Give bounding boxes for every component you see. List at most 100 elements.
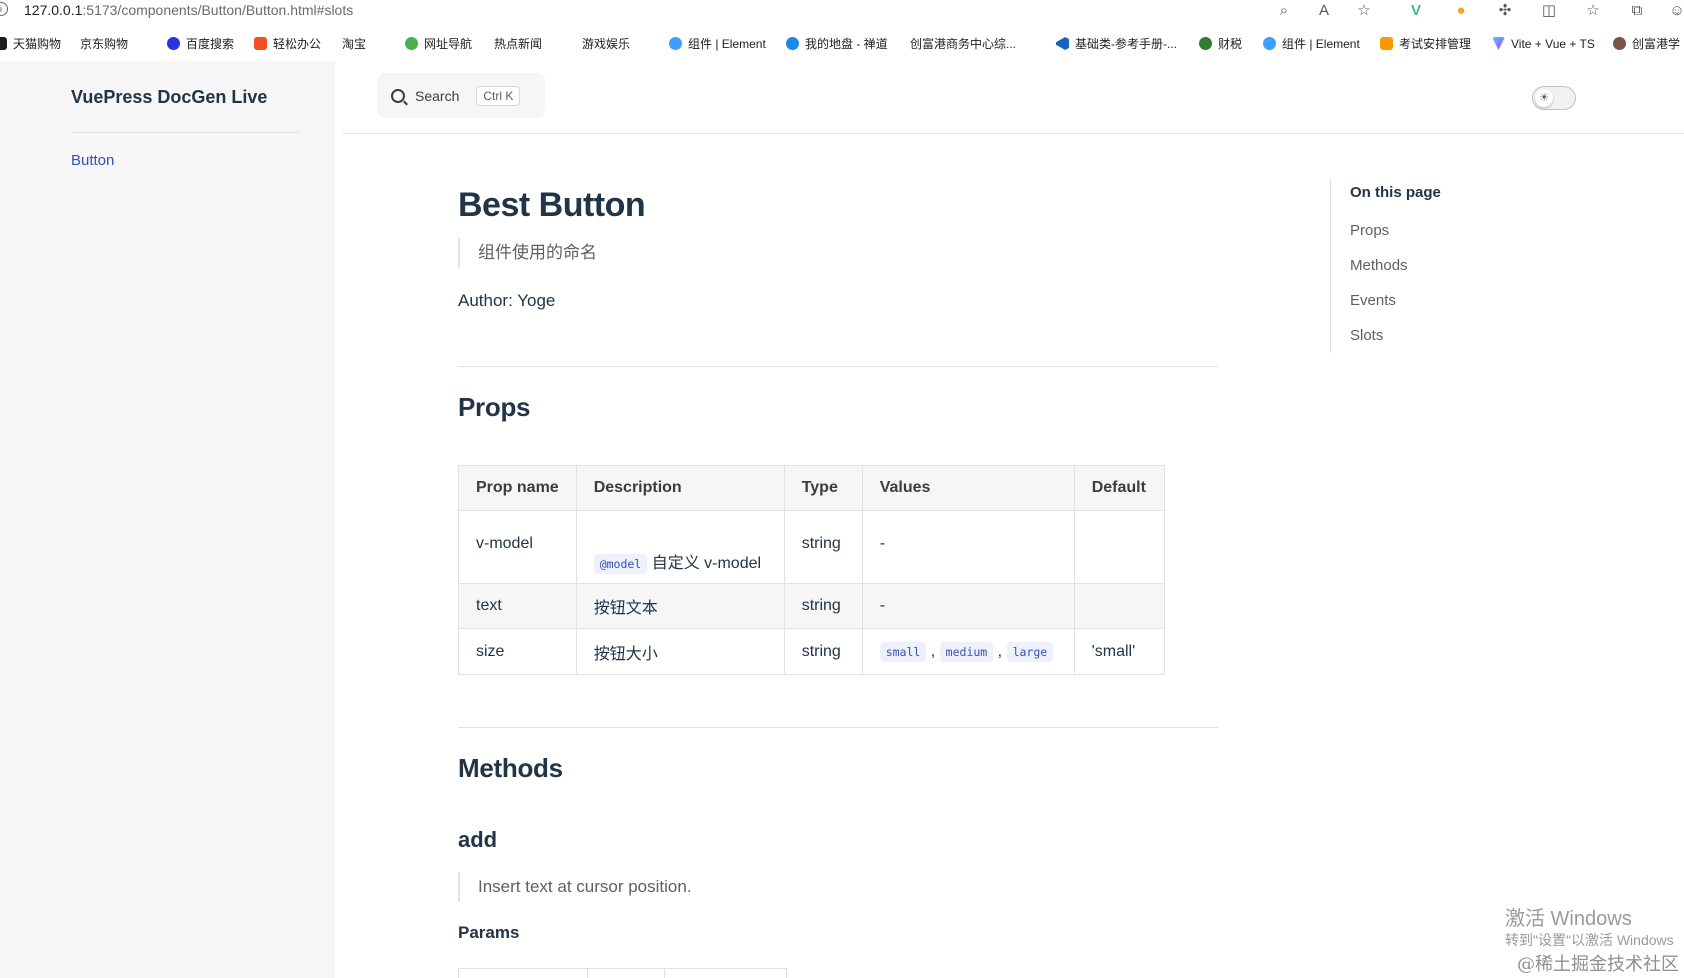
methods-heading: Methods xyxy=(458,753,563,783)
theme-toggle[interactable]: ☀ xyxy=(1532,86,1576,110)
toc-title: On this page xyxy=(1350,184,1441,201)
search-label: Search xyxy=(415,87,460,104)
bookmark-item[interactable]: 考试安排管理 xyxy=(1380,34,1471,54)
toc-link-methods[interactable]: Methods xyxy=(1350,248,1580,283)
url-text[interactable]: 127.0.0.1:5173/components/Button/Button.… xyxy=(24,2,353,18)
column-header: Default xyxy=(1073,465,1165,511)
docs-page: VuePress DocGen Live Button Search Ctrl … xyxy=(0,61,1684,978)
toc-link-props[interactable]: Props xyxy=(1350,213,1580,248)
bookmark-item[interactable]: 百度搜索 xyxy=(167,34,234,54)
bookmark-item[interactable]: 游戏娱乐 xyxy=(582,34,630,54)
prop-default xyxy=(1073,510,1165,584)
prop-name: v-model xyxy=(458,510,577,584)
params-heading: Params xyxy=(458,923,520,942)
read-aloud-icon[interactable]: A xyxy=(1313,1,1335,21)
activation-watermark-subtitle: 转到"设置"以激活 Windows xyxy=(1505,932,1674,948)
address-bar[interactable]: i 127.0.0.1:5173/components/Button/Butto… xyxy=(0,0,1684,24)
prop-description-text: 自定义 v-model xyxy=(651,555,762,572)
table-of-contents: On this page Props Methods Events Slots xyxy=(1330,178,1580,353)
top-nav: Search Ctrl K ☀ xyxy=(342,61,1684,134)
prop-name: text xyxy=(458,583,577,629)
divider xyxy=(458,727,1218,728)
props-table: Prop name Description Type Values Defaul… xyxy=(458,465,1165,675)
bookmark-item[interactable]: 组件 | Element xyxy=(669,34,766,54)
collections-icon[interactable]: ⧉ xyxy=(1626,1,1648,21)
sidebar-divider xyxy=(71,132,299,133)
bookmark-item[interactable]: 京东购物 xyxy=(80,34,128,54)
element-icon xyxy=(669,37,682,50)
params-table xyxy=(458,968,787,978)
props-heading: Props xyxy=(458,392,531,422)
table-row: text 按钮文本 string - xyxy=(458,583,1165,629)
sidebar-item-button[interactable]: Button xyxy=(71,152,114,169)
prop-type: string xyxy=(783,510,863,584)
extensions-puzzle-icon[interactable]: ✣ xyxy=(1494,1,1516,21)
bookmark-item[interactable]: 天猫购物 xyxy=(0,34,61,54)
bookmark-item[interactable]: 轻松办公 xyxy=(254,34,321,54)
divider xyxy=(458,366,1218,367)
table-header-row: Prop name Description Type Values Defaul… xyxy=(458,465,1165,511)
element-icon xyxy=(1263,37,1276,50)
component-description: 组件使用的命名 xyxy=(458,238,597,268)
prop-default: 'small' xyxy=(1073,628,1165,675)
column-header: Description xyxy=(575,465,785,511)
inline-code: large xyxy=(1006,641,1054,662)
bookmark-item[interactable]: 热点新闻 xyxy=(494,34,542,54)
bookmark-item[interactable]: 基础类-参考手册-... xyxy=(1056,34,1177,54)
method-description: Insert text at cursor position. xyxy=(458,872,692,902)
site-info-icon[interactable]: i xyxy=(0,2,8,16)
zoom-icon[interactable]: ⌕ xyxy=(1273,1,1295,21)
bookmark-item[interactable]: 网址导航 xyxy=(405,34,472,54)
office-icon xyxy=(254,37,267,50)
column-header: Prop name xyxy=(458,465,577,511)
exam-icon xyxy=(1380,37,1393,50)
prop-values: small , medium , large xyxy=(861,628,1075,675)
favorites-icon[interactable]: ☆ xyxy=(1582,1,1604,21)
bookmark-item[interactable]: Vite + Vue + TS xyxy=(1492,34,1595,54)
favorite-star-icon[interactable]: ☆ xyxy=(1353,1,1375,21)
author-line: Author: Yoge xyxy=(458,291,556,310)
tmall-icon xyxy=(0,37,7,50)
sun-icon: ☀ xyxy=(1535,89,1553,107)
vscode-icon xyxy=(1056,37,1069,50)
method-name: add xyxy=(458,827,498,852)
bookmark-item[interactable]: 组件 | Element xyxy=(1263,34,1360,54)
search-button[interactable]: Search Ctrl K xyxy=(377,73,545,118)
inline-code: medium xyxy=(939,641,994,662)
prop-default xyxy=(1073,583,1165,629)
prop-description: @model 自定义 v-model xyxy=(575,510,785,584)
site-title[interactable]: VuePress DocGen Live xyxy=(71,87,267,108)
column-header: Values xyxy=(861,465,1075,511)
nav-icon xyxy=(405,37,418,50)
bookmark-item[interactable]: 创富港商务中心综... xyxy=(910,34,1016,54)
column-header: Type xyxy=(783,465,863,511)
cfg-icon xyxy=(1613,37,1626,50)
feedback-icon[interactable]: ☺ xyxy=(1666,1,1684,21)
search-icon xyxy=(391,88,405,103)
toc-link-slots[interactable]: Slots xyxy=(1350,318,1580,353)
tax-icon xyxy=(1199,37,1212,50)
inline-code: small xyxy=(879,641,927,662)
inline-code: @model xyxy=(593,554,648,574)
bookmark-item[interactable]: 创富港学 xyxy=(1613,34,1680,54)
table-row: size 按钮大小 string small , medium , large … xyxy=(458,628,1165,675)
prop-description: 按钮文本 xyxy=(575,583,785,629)
bookmark-item[interactable]: 我的地盘 - 禅道 xyxy=(786,34,888,54)
bookmark-item[interactable]: 财税 xyxy=(1199,34,1242,54)
sidebar: VuePress DocGen Live Button xyxy=(0,61,335,978)
prop-description: 按钮大小 xyxy=(575,628,785,675)
vue-devtools-icon[interactable]: V xyxy=(1405,1,1427,21)
zentao-icon xyxy=(786,37,799,50)
bookmark-item[interactable]: 淘宝 xyxy=(342,34,366,54)
table-row: v-model @model 自定义 v-model string - xyxy=(458,510,1165,584)
toc-link-events[interactable]: Events xyxy=(1350,283,1580,318)
page-title: Best Button xyxy=(458,186,646,224)
prop-type: string xyxy=(783,583,863,629)
url-path: :5173/components/Button/Button.html#slot… xyxy=(82,2,354,18)
prop-type: string xyxy=(783,628,863,675)
juejin-watermark: @稀土掘金技术社区 xyxy=(1517,954,1679,975)
extension-icon[interactable]: ● xyxy=(1450,1,1472,21)
vite-icon xyxy=(1492,37,1505,50)
prop-name: size xyxy=(458,628,577,675)
split-screen-icon[interactable]: ◫ xyxy=(1538,1,1560,21)
